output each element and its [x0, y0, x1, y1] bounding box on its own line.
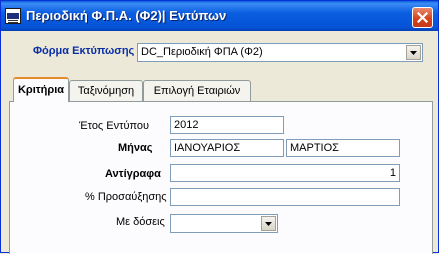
month-from-input[interactable]: ΙΑΝΟΥΑΡΙΟΣ: [170, 139, 284, 157]
tab-sorting[interactable]: Ταξινόμηση: [69, 80, 143, 102]
window-title: Περιοδική Φ.Π.Α. (Φ2)| Εντύπων: [26, 8, 227, 23]
month-to-input[interactable]: ΜΑΡΤΙΟΣ: [286, 139, 400, 157]
tab-company-selection[interactable]: Επιλογή Εταιριών: [143, 80, 251, 102]
title-bar[interactable]: Περιοδική Φ.Π.Α. (Φ2)| Εντύπων: [1, 1, 438, 31]
surcharge-label: % Προσαύξησης: [85, 191, 167, 203]
year-label: Έτος Εντύπου: [79, 120, 150, 132]
dropdown-button[interactable]: [406, 45, 421, 60]
year-input[interactable]: 2012: [170, 116, 284, 134]
surcharge-input[interactable]: [170, 188, 400, 206]
month-label: Μήνας: [118, 142, 153, 154]
app-icon: [5, 8, 21, 24]
print-form-label: Φόρμα Εκτύπωσης: [33, 45, 135, 57]
copies-label: Αντίγραφα: [105, 168, 161, 180]
chevron-down-icon: [410, 51, 417, 55]
installments-label: Με δόσεις: [116, 216, 165, 228]
close-button[interactable]: [412, 7, 433, 28]
chevron-down-icon: [265, 222, 272, 226]
installments-select[interactable]: [170, 214, 278, 233]
tab-criteria[interactable]: Κριτήρια: [13, 77, 69, 102]
dropdown-button[interactable]: [261, 216, 276, 231]
dialog-window: Περιοδική Φ.Π.Α. (Φ2)| Εντύπων Φόρμα Εκτ…: [0, 0, 439, 254]
print-form-select[interactable]: DC_Περιοδική ΦΠΑ (Φ2): [137, 43, 423, 62]
criteria-panel: Έτος Εντύπου 2012 Μήνας ΙΑΝΟΥΑΡΙΟΣ ΜΑΡΤΙ…: [9, 101, 433, 254]
close-icon: [417, 12, 428, 23]
print-form-value: DC_Περιοδική ΦΠΑ (Φ2): [141, 46, 263, 58]
copies-input[interactable]: 1: [170, 164, 400, 182]
